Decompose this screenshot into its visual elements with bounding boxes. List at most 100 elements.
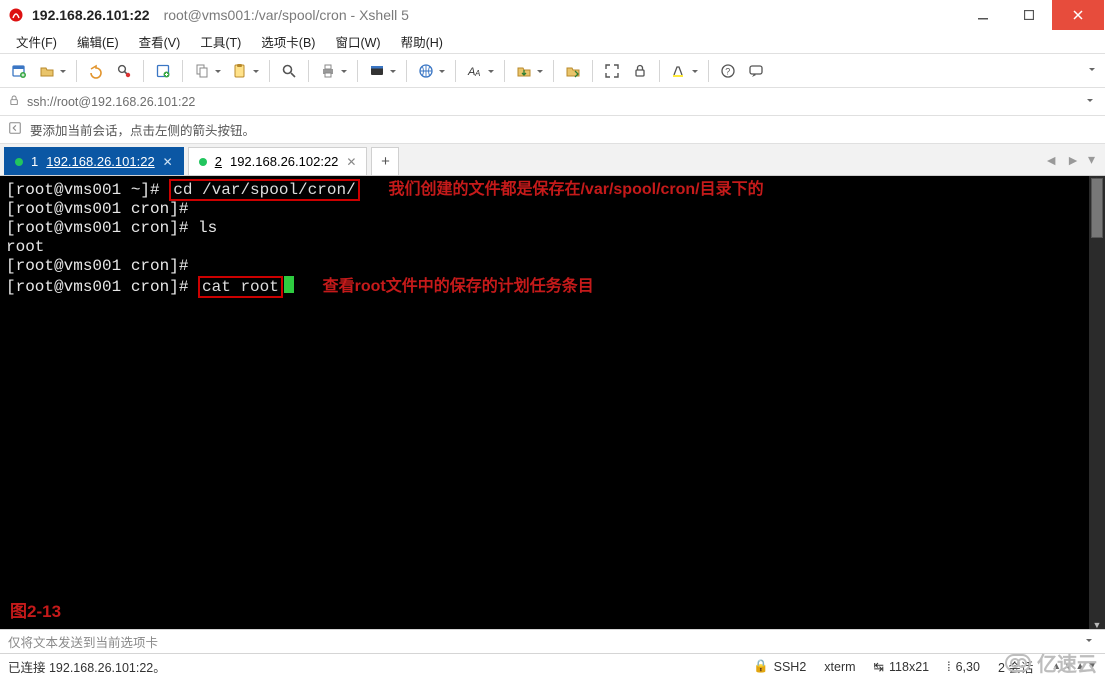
tab-strip: 1 192.168.26.101:22 ✕ 2 192.168.26.102:2… [0,144,1105,176]
terminal-line: [root@vms001 cron]# [6,257,188,275]
address-lock-icon [8,94,21,110]
toolbar-sep [182,60,183,82]
status-dot-icon [15,158,23,166]
chevron-up-icon[interactable]: ▲ [1051,661,1061,672]
scrollbar-thumb[interactable] [1091,178,1103,238]
copy-button[interactable] [189,58,225,84]
annotation-text: 查看root文件中的保存的计划任务条目 [323,278,594,295]
menu-tabs[interactable]: 选项卡(B) [253,30,323,53]
toolbar-overflow[interactable] [1085,58,1099,84]
svg-text:A: A [474,69,480,78]
status-bar: 已连接 192.168.26.101:22。 🔒 SSH2 xterm ↹ 11… [0,653,1105,679]
menu-view[interactable]: 查看(V) [131,30,189,53]
menu-bar: 文件(F) 编辑(E) 查看(V) 工具(T) 选项卡(B) 窗口(W) 帮助(… [0,30,1105,54]
svg-text:?: ? [725,66,730,76]
address-url[interactable]: ssh://root@192.168.26.101:22 [27,95,1077,109]
annotation-text: 我们创建的文件都是保存在/var/spool/cron/目录下的 [388,181,763,198]
tab-prev-button[interactable]: ◄ [1044,152,1058,168]
vertical-scrollbar[interactable] [1089,176,1105,629]
tab-nav: ◄ ► ▾ [1038,144,1101,175]
disconnect-button[interactable] [111,58,137,84]
address-dropdown[interactable] [1083,93,1097,111]
address-bar: ssh://root@192.168.26.101:22 [0,88,1105,116]
color-scheme-button[interactable] [364,58,400,84]
chevron-up-icon[interactable]: ▲ [1075,661,1085,672]
status-sessions: 2 会话 [998,657,1033,676]
hint-text: 要添加当前会话，点击左侧的箭头按钮。 [30,120,255,139]
new-session-button[interactable] [6,58,32,84]
print-button[interactable] [315,58,351,84]
toolbar: AA ? [0,54,1105,88]
compose-bar-button[interactable] [743,58,769,84]
toolbar-sep [308,60,309,82]
find-button[interactable] [276,58,302,84]
status-connection: 已连接 192.168.26.101:22。 [8,657,166,676]
status-arrows[interactable]: ▲ ▼ ▲ ▼ [1051,661,1097,672]
toolbar-sep [357,60,358,82]
menu-file[interactable]: 文件(F) [8,30,65,53]
minimize-button[interactable] [960,0,1006,30]
highlight-button[interactable] [666,58,702,84]
new-file-transfer-button[interactable] [560,58,586,84]
fullscreen-button[interactable] [599,58,625,84]
tab-list-button[interactable]: ▾ [1088,151,1095,168]
hint-bar: 要添加当前会话，点击左侧的箭头按钮。 [0,116,1105,144]
add-tab-button[interactable]: + [371,147,399,175]
pos-icon: ⁞ [947,660,950,674]
tab-next-button[interactable]: ► [1066,152,1080,168]
status-protocol-text: SSH2 [774,660,807,674]
status-protocol: 🔒 SSH2 [753,659,806,674]
hint-icon[interactable] [8,121,22,138]
session-tab-1[interactable]: 1 192.168.26.101:22 ✕ [4,147,184,175]
app-icon [8,7,24,23]
status-cursor-pos: ⁞ 6,30 [947,660,980,674]
tab-index: 2 [215,154,222,169]
lock-button[interactable] [627,58,653,84]
toolbar-sep [143,60,144,82]
terminal-line: [root@vms001 cron]# ls [6,219,217,237]
reconnect-button[interactable] [83,58,109,84]
menu-edit[interactable]: 编辑(E) [69,30,127,53]
status-size-text: 118x21 [889,660,929,674]
maximize-button[interactable] [1006,0,1052,30]
status-dot-icon [199,158,207,166]
send-to-label[interactable]: 仅将文本发送到当前选项卡 [8,632,158,651]
tab-close-icon[interactable]: ✕ [163,155,173,169]
terminal-line: [root@vms001 cron]# [6,200,188,218]
send-to-bar: 仅将文本发送到当前选项卡 [0,629,1105,653]
terminal[interactable]: [root@vms001 ~]# cd /var/spool/cron/ 我们创… [0,176,1089,629]
toolbar-sep [406,60,407,82]
chevron-down-icon[interactable]: ▼ [1087,661,1097,672]
paste-button[interactable] [227,58,263,84]
chevron-down-icon[interactable]: ▼ [1063,661,1073,672]
toolbar-sep [269,60,270,82]
toolbar-sep [659,60,660,82]
menu-help[interactable]: 帮助(H) [393,30,451,53]
tab-close-icon[interactable]: ✕ [346,155,356,169]
close-button[interactable] [1052,0,1104,30]
status-size: ↹ 118x21 [874,659,930,674]
menu-tools[interactable]: 工具(T) [192,30,249,53]
tab-index: 1 [31,154,38,169]
open-session-button[interactable] [34,58,70,84]
window-controls [960,0,1104,30]
title-bar: 192.168.26.101:22 root@vms001:/var/spool… [0,0,1105,30]
font-button[interactable]: AA [462,58,498,84]
toolbar-sep [504,60,505,82]
menu-window[interactable]: 窗口(W) [327,30,388,53]
toolbar-sep [553,60,554,82]
tab-label: 192.168.26.101:22 [46,154,154,169]
status-term: xterm [824,660,855,674]
session-tab-2[interactable]: 2 192.168.26.102:22 ✕ [188,147,368,175]
send-to-dropdown[interactable] [1083,634,1097,650]
toolbar-sep [455,60,456,82]
transfer-button[interactable] [511,58,547,84]
title-path: root@vms001:/var/spool/cron - Xshell 5 [164,7,409,23]
highlight-box: cd /var/spool/cron/ [169,179,359,201]
size-icon: ↹ [874,659,884,674]
toolbar-sep [708,60,709,82]
help-button[interactable]: ? [715,58,741,84]
properties-button[interactable] [150,58,176,84]
encoding-button[interactable] [413,58,449,84]
terminal-line: root [6,238,44,256]
